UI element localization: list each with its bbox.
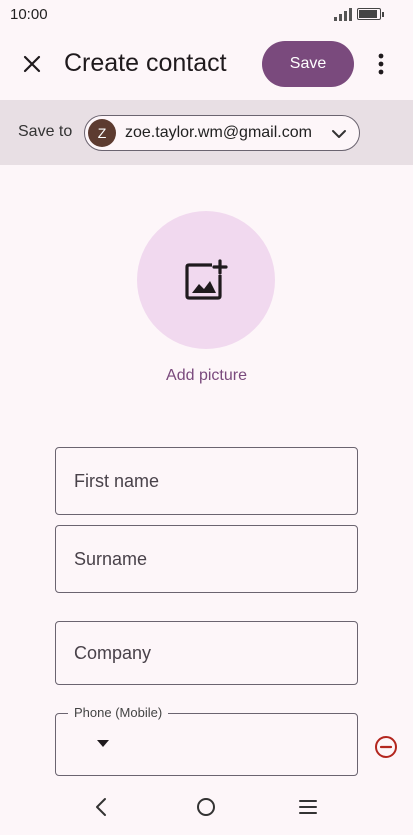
close-button[interactable] bbox=[16, 48, 48, 80]
first-name-input[interactable] bbox=[57, 449, 356, 513]
phone-label: Phone (Mobile) bbox=[68, 705, 169, 720]
first-name-field[interactable] bbox=[55, 447, 358, 515]
add-picture-button[interactable] bbox=[137, 211, 275, 349]
close-icon bbox=[23, 55, 41, 73]
battery-level bbox=[359, 10, 377, 18]
system-nav-bar bbox=[0, 780, 413, 835]
company-input[interactable] bbox=[57, 623, 356, 683]
page-title: Create contact bbox=[64, 49, 227, 77]
battery-icon bbox=[357, 8, 384, 20]
remove-phone-icon[interactable] bbox=[374, 735, 398, 759]
add-picture-label[interactable]: Add picture bbox=[0, 367, 413, 385]
chevron-down-icon bbox=[332, 130, 346, 138]
back-icon[interactable] bbox=[92, 797, 112, 817]
more-options-button[interactable] bbox=[368, 48, 394, 80]
company-field[interactable] bbox=[55, 621, 358, 685]
signal-icon bbox=[334, 8, 352, 21]
save-to-label: Save to bbox=[18, 123, 73, 140]
recents-menu-icon[interactable] bbox=[298, 798, 318, 816]
status-bar: 10:00 bbox=[0, 0, 413, 30]
app-bar: Create contact Save bbox=[0, 30, 413, 100]
country-dropdown-icon[interactable] bbox=[96, 738, 110, 748]
home-icon[interactable] bbox=[196, 797, 216, 817]
more-vert-icon bbox=[378, 53, 384, 75]
phone-field[interactable]: Phone (Mobile) bbox=[55, 705, 358, 776]
add-photo-icon bbox=[185, 259, 228, 300]
surname-field[interactable] bbox=[55, 525, 358, 593]
avatar: Z bbox=[88, 119, 116, 147]
account-selector[interactable]: Z zoe.taylor.wm@gmail.com bbox=[84, 115, 360, 151]
status-time: 10:00 bbox=[10, 6, 48, 23]
account-email: zoe.taylor.wm@gmail.com bbox=[125, 124, 312, 141]
surname-input[interactable] bbox=[57, 527, 356, 591]
account-bar: Save to Z zoe.taylor.wm@gmail.com bbox=[0, 100, 413, 165]
save-button[interactable]: Save bbox=[262, 41, 354, 87]
